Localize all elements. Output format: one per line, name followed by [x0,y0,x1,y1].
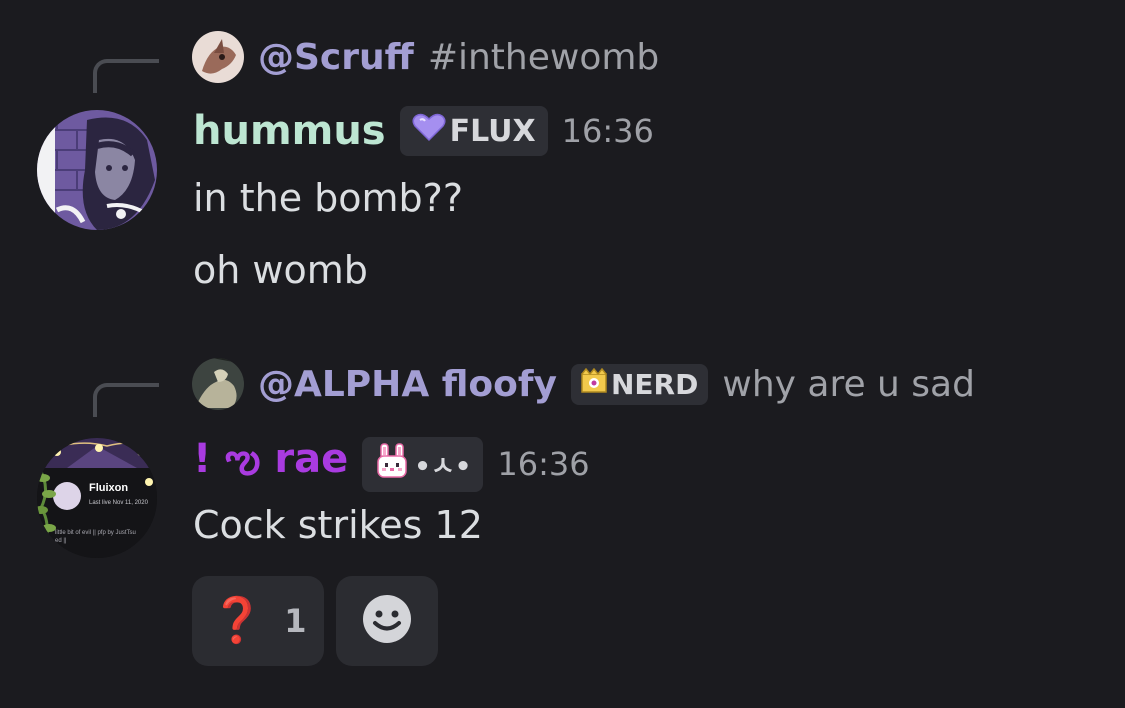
reply-preview-2[interactable]: @ALPHA floofy NERD why are u sad [258,364,975,405]
timestamp[interactable]: 16:36 [562,112,654,150]
message-line: in the bomb?? [193,176,464,220]
message-line: oh womb [193,248,368,292]
reply-author[interactable]: @ALPHA floofy [258,364,557,405]
bunny-icon [374,442,410,486]
profile-card-name: Fluixon [89,482,129,494]
guild-tag[interactable]: FLUX [399,106,548,156]
reply-preview-1[interactable]: @Scruff #inthewomb [258,37,659,78]
reaction-question-mark[interactable]: ❓ 1 [192,576,324,666]
profile-card-bio: little bit of evil || pfp by JustTsu [55,530,136,536]
avatar-hummus[interactable] [37,110,157,230]
smiley-icon [362,594,412,648]
add-reaction-button[interactable] [336,576,438,666]
reply-text[interactable]: why are u sad [722,364,975,405]
reply-avatar-scruff[interactable] [192,31,244,83]
username[interactable]: ! ఌ rae [193,436,348,492]
guild-tag-label: FLUX [449,113,536,149]
message-header: hummus FLUX 16:36 [193,106,654,156]
guild-tag-label: •ㅅ• [414,451,472,482]
reply-connector [93,59,159,93]
question-mark-icon: ❓ [209,595,265,646]
avatar-rae[interactable]: Fluixon Last live Nov 11, 2020 little bi… [37,438,157,558]
reply-guild-tag[interactable]: NERD [571,364,709,405]
profile-card-last-live: Last live Nov 11, 2020 [89,500,148,506]
crown-icon [581,367,607,401]
username[interactable]: hummus [193,108,386,154]
profile-card-bio-tail: ed || [55,538,67,544]
timestamp[interactable]: 16:36 [497,445,589,483]
purple-heart-icon [412,112,446,150]
reply-guild-tag-label: NERD [611,368,699,401]
reply-avatar-alpha-floofy[interactable] [192,358,244,410]
message-header: ! ఌ rae •ㅅ• 16:36 [193,436,590,492]
guild-tag[interactable]: •ㅅ• [362,436,484,492]
reply-author[interactable]: @Scruff [258,37,414,78]
message-line: Cock strikes 12 [193,503,483,547]
reply-connector [93,383,159,417]
reaction-count: 1 [284,602,307,640]
reply-text[interactable]: #inthewomb [428,37,659,78]
